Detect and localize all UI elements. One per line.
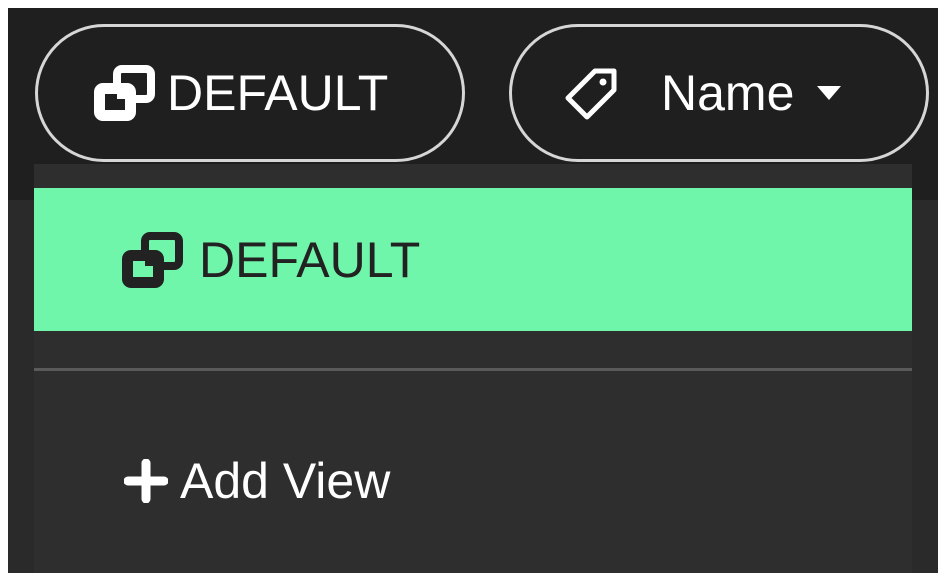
view-option-label: DEFAULT (199, 231, 421, 288)
view-dropdown-menu: DEFAULT Add View (34, 164, 912, 573)
views-icon (121, 231, 185, 288)
add-view-button[interactable]: Add View (124, 436, 390, 526)
caret-down-icon (816, 85, 842, 101)
view-option-default[interactable]: DEFAULT (34, 188, 912, 331)
add-view-label: Add View (180, 453, 391, 509)
view-selector-label: DEFAULT (167, 65, 389, 121)
sort-selector-button[interactable]: Name (509, 24, 929, 162)
plus-icon (124, 459, 168, 503)
menu-divider (34, 368, 912, 371)
views-icon (93, 65, 157, 121)
tag-icon (565, 66, 619, 120)
view-selector-button[interactable]: DEFAULT (35, 24, 465, 162)
app-window: DEFAULT Name DEFAULT Add View (8, 8, 938, 573)
sort-selector-label: Name (661, 65, 795, 121)
